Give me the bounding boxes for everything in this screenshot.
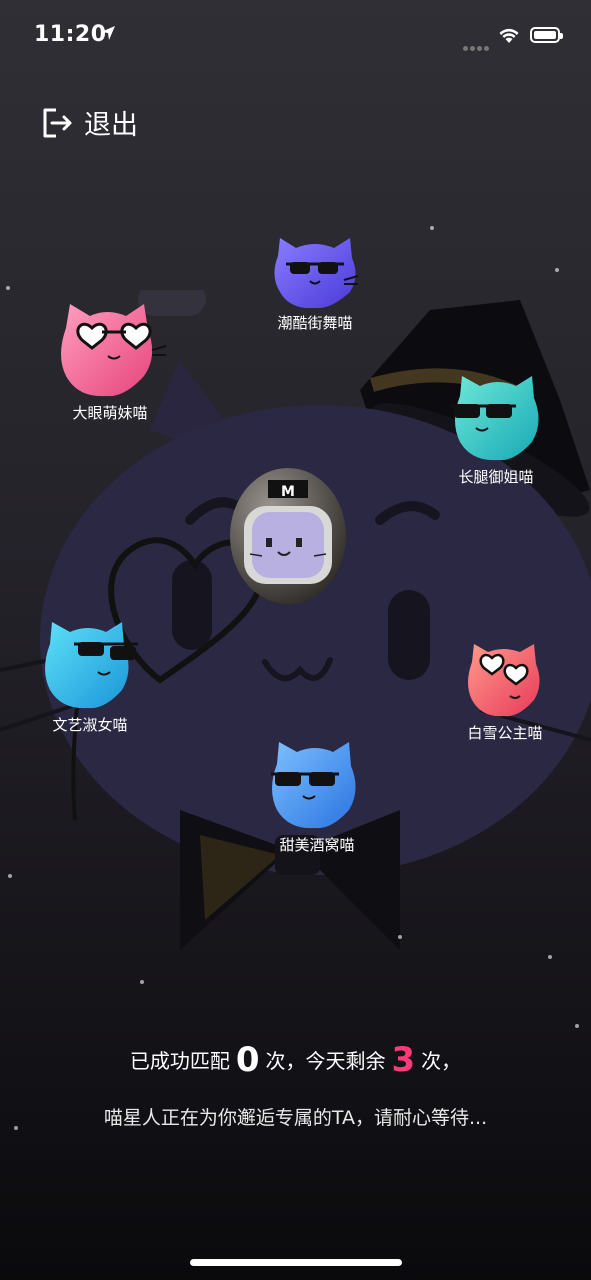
stats-prefix: 已成功匹配 (129, 1049, 230, 1073)
star-dot (398, 935, 402, 939)
exit-icon (43, 108, 72, 137)
cat-head-icon (271, 742, 356, 829)
status-time: 11:20 (34, 22, 107, 47)
status-bar: 11:20 (0, 0, 591, 70)
exit-label: 退出 (84, 110, 138, 141)
home-indicator[interactable] (190, 1259, 402, 1266)
cat-label: 甜美酒窝喵 (279, 836, 355, 854)
cat-label: 文艺淑女喵 (52, 716, 128, 734)
star-dot (555, 268, 559, 272)
wifi-icon (499, 28, 519, 43)
star-dot (8, 874, 12, 878)
cat-label: 白雪公主喵 (467, 724, 543, 742)
cat-head-icon (61, 304, 167, 397)
cat-label: 长腿御姐喵 (458, 468, 534, 486)
cellular-signal-icon (463, 36, 491, 55)
user-avatar: M (230, 468, 346, 604)
svg-text:M: M (281, 484, 295, 500)
stats-suffix: 次， (421, 1049, 462, 1073)
star-dot (548, 955, 552, 959)
cat-option-6[interactable]: 甜美酒窝喵 (265, 738, 369, 855)
cat-head-icon (468, 644, 540, 717)
match-stats: 已成功匹配 0 次，今天剩余 3 次， (0, 1040, 591, 1080)
cat-head-icon (450, 376, 539, 461)
cat-option-1[interactable]: 潮酷街舞喵 (260, 236, 370, 333)
cat-option-3[interactable]: 长腿御姐喵 (446, 372, 546, 487)
star-dot (575, 1024, 579, 1028)
cat-label: 大眼萌妹喵 (72, 404, 148, 422)
cat-head-icon (45, 622, 138, 709)
cat-head-icon (274, 238, 359, 308)
exit-button[interactable]: 退出 (40, 103, 138, 142)
location-arrow-icon (101, 26, 115, 40)
star-dot (6, 286, 10, 290)
remaining-count: 3 (391, 1040, 416, 1080)
stats-mid: 次，今天剩余 (265, 1049, 386, 1073)
star-dot (140, 980, 144, 984)
cat-option-5[interactable]: 白雪公主喵 (460, 640, 550, 743)
matched-count: 0 (235, 1040, 260, 1080)
battery-icon (530, 27, 563, 43)
cat-option-4[interactable]: 文艺淑女喵 (38, 618, 142, 735)
star-dot (430, 226, 434, 230)
waiting-message: 喵星人正在为你邂逅专属的TA，请耐心等待... (103, 1107, 488, 1129)
cat-option-2[interactable]: 大眼萌妹喵 (52, 300, 168, 423)
cat-label: 潮酷街舞喵 (277, 314, 353, 332)
